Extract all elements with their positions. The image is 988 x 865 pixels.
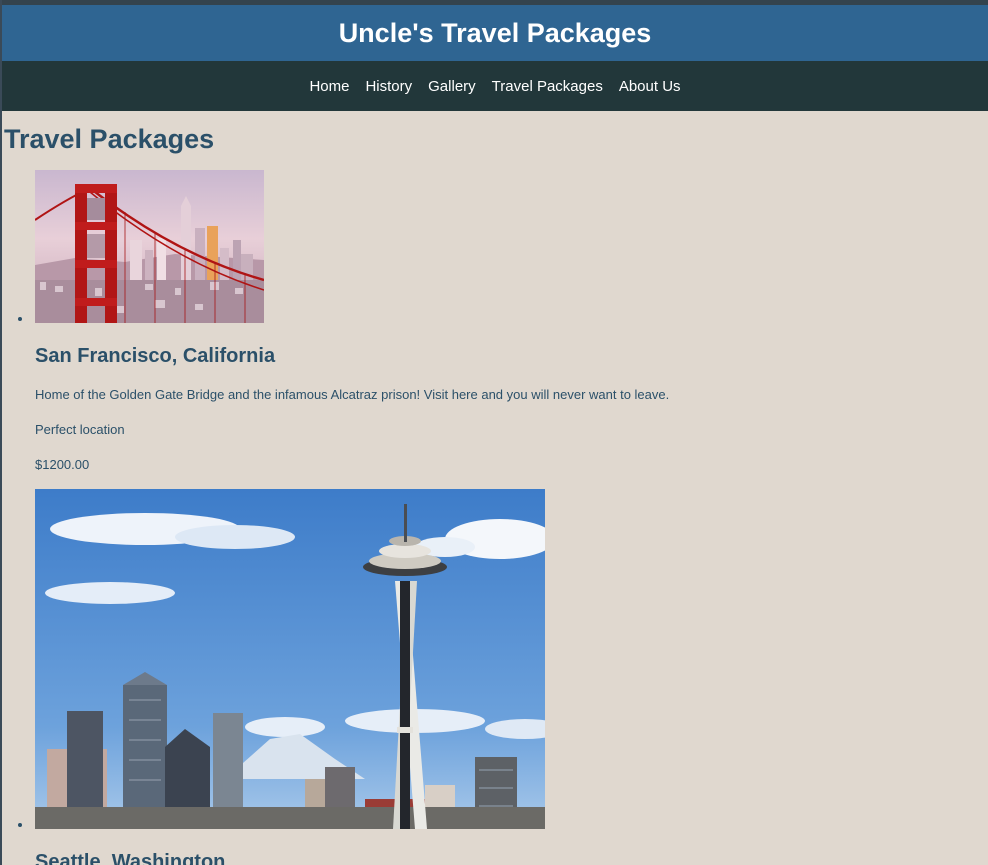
bullet-icon xyxy=(18,823,22,827)
window-edge xyxy=(0,0,2,865)
browser-viewport: Uncle's Travel Packages Home History Gal… xyxy=(0,0,988,865)
nav-link-about-us[interactable]: About Us xyxy=(619,78,681,95)
package-item-san-francisco: San Francisco, California Home of the Go… xyxy=(18,170,988,473)
package-list: San Francisco, California Home of the Go… xyxy=(4,170,988,865)
site-title: Uncle's Travel Packages xyxy=(338,17,652,48)
main-nav: Home History Gallery Travel Packages Abo… xyxy=(2,61,988,111)
package-price: $1200.00 xyxy=(35,457,90,472)
site-header: Uncle's Travel Packages xyxy=(2,5,988,61)
nav-link-history[interactable]: History xyxy=(365,78,412,95)
nav-link-travel-packages[interactable]: Travel Packages xyxy=(492,78,603,95)
package-title: San Francisco, California xyxy=(35,345,276,367)
package-tagline: Perfect location xyxy=(35,422,125,437)
nav-link-gallery[interactable]: Gallery xyxy=(428,78,476,95)
nav-link-home[interactable]: Home xyxy=(309,78,349,95)
page-title: Travel Packages xyxy=(4,124,215,154)
bullet-icon xyxy=(18,317,22,321)
san-francisco-image xyxy=(35,170,264,323)
seattle-image xyxy=(35,489,545,829)
package-item-seattle: Seattle, Washington xyxy=(18,489,988,865)
package-title: Seattle, Washington xyxy=(35,851,226,865)
package-description: Home of the Golden Gate Bridge and the i… xyxy=(35,387,670,402)
main-content: Travel Packages San Francisco, Californi… xyxy=(0,123,988,865)
